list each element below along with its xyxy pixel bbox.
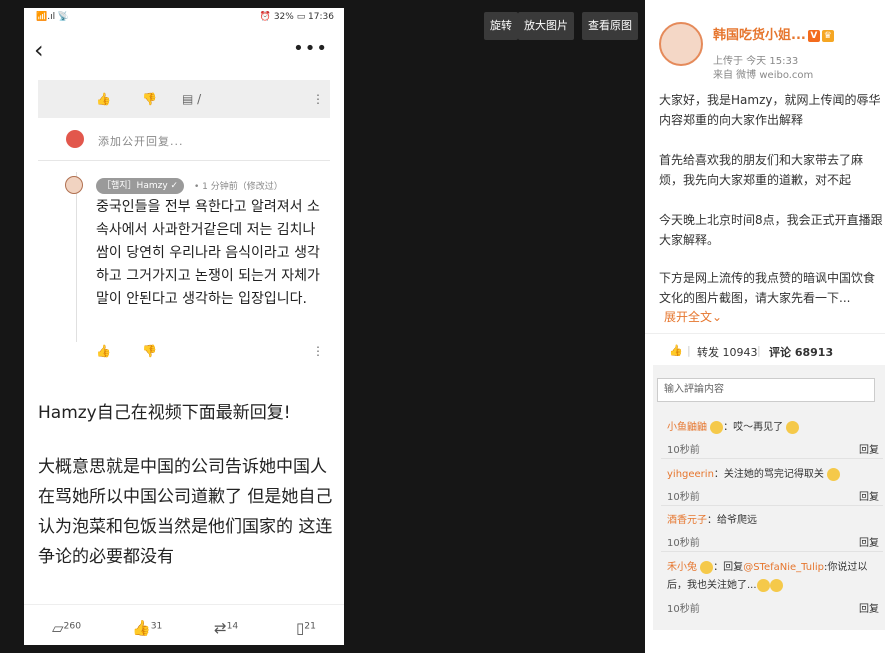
comment-time: 10秒前 xyxy=(667,445,700,456)
like-icon[interactable]: 👍 xyxy=(669,344,683,357)
divider xyxy=(38,160,330,161)
weibo-post-panel: 韩国吃货小姐... V ♛ 上传于 今天 15:33 来自 微博 weibo.com… xyxy=(645,0,885,653)
like-icon[interactable]: 👍 xyxy=(96,92,111,106)
nav-bar: ‹ ••• xyxy=(24,32,344,72)
vip-icon xyxy=(700,560,714,574)
post-paragraph-1: 大家好，我是Hamzy，就网上传闻的辱华内容郑重的向大家作出解释 xyxy=(659,93,881,127)
vip-icon: ♛ xyxy=(821,29,834,42)
thread-line xyxy=(76,172,77,342)
status-bar: 📶.ıl 📡 ⏰ 32% ▭ 17:36 xyxy=(24,8,344,28)
zoom-button[interactable]: 放大图片 xyxy=(518,12,574,40)
comment-text: ：哎～再见了 xyxy=(723,422,784,433)
verified-icon: V xyxy=(807,29,820,42)
comment-user[interactable]: 酒香元子 xyxy=(667,515,707,526)
divider xyxy=(661,458,883,459)
previous-comment-card: 👍 👎 ▤ / ⋮ xyxy=(38,80,330,118)
comment-text: ：回复 xyxy=(713,562,744,573)
comment-item: 禾小兔 ：回复@STefaNie_Tulip:你说过以后，我也关注她了... xyxy=(667,559,879,595)
comment-link[interactable]: 评论 68913 xyxy=(769,344,833,360)
comment-button[interactable]: ▱260 xyxy=(52,619,81,637)
post-stats: 👍 | 转发 10943 | 评论 68913 xyxy=(645,333,885,366)
repost-button[interactable]: ⇄14 xyxy=(214,619,238,637)
comment-user[interactable]: 小鱼鼬鼬 xyxy=(667,422,707,433)
post-paragraph-2: 首先给喜欢我的朋友们和大家带去了麻烦，我先向大家郑重的道歉，对不起 xyxy=(659,153,864,187)
comment-input[interactable]: 输入評論内容 xyxy=(657,378,875,402)
comment-user[interactable]: yihgeerin xyxy=(667,469,714,480)
channel-name-chip[interactable]: ［햄지］Hamzy ✓ xyxy=(96,178,185,194)
comment-time: 10秒前 xyxy=(667,538,700,549)
dislike-icon[interactable]: 👎 xyxy=(142,344,157,358)
caption-body: 大概意思就是中国的公司告诉她中国人在骂她所以中国公司道歉了 但是她自己认为泡菜和… xyxy=(38,457,333,567)
chevron-down-icon: ⌄ xyxy=(712,310,723,324)
like-button[interactable]: 👍31 xyxy=(132,619,162,637)
comment-time: 10秒前 xyxy=(667,604,700,615)
image-viewer: 📶.ıl 📡 ⏰ 32% ▭ 17:36 ‹ ••• 👍 👎 ▤ / ⋮ 添加公… xyxy=(0,0,645,653)
thumbs-up-icon: 👍 xyxy=(132,619,151,637)
status-right: ⏰ 32% ▭ 17:36 xyxy=(259,12,334,22)
author-name-row[interactable]: 韩国吃货小姐... V ♛ xyxy=(713,24,834,43)
reply-button[interactable]: 回复 xyxy=(859,534,879,549)
repost-icon: ⇄ xyxy=(214,619,227,637)
reply-button[interactable]: 回复 xyxy=(859,600,879,615)
avatar xyxy=(65,176,83,194)
emoji-icon xyxy=(786,420,800,434)
comment-text: ：给爷爬远 xyxy=(707,515,757,526)
back-icon[interactable]: ‹ xyxy=(34,36,44,64)
expand-link[interactable]: 展开全文⌄ xyxy=(664,308,722,325)
more-vertical-icon[interactable]: ⋮ xyxy=(312,344,324,358)
bottom-action-bar: ▱260 👍31 ⇄14 ▯21 xyxy=(24,604,344,645)
view-original-button[interactable]: 查看原图 xyxy=(582,12,638,40)
emoji-icon xyxy=(827,467,841,481)
save-button[interactable]: ▯21 xyxy=(296,619,316,637)
more-vertical-icon[interactable]: ⋮ xyxy=(312,92,324,106)
rotate-button[interactable]: 旋转 xyxy=(484,12,518,40)
repost-link[interactable]: 转发 10943 xyxy=(697,344,758,360)
reply-time: • 1 分钟前（修改过） xyxy=(194,182,283,192)
phone-screenshot: 📶.ıl 📡 ⏰ 32% ▭ 17:36 ‹ ••• 👍 👎 ▤ / ⋮ 添加公… xyxy=(24,8,344,645)
mention-link[interactable]: @STefaNie_Tulip xyxy=(743,562,824,573)
vip-icon xyxy=(710,420,724,434)
author-avatar[interactable] xyxy=(659,22,703,66)
post-paragraph-3: 今天晚上北京时间8点，我会正式开直播跟大家解释。 xyxy=(659,213,883,247)
divider xyxy=(661,505,883,506)
post-paragraph-4: 下方是网上流传的我点赞的暗讽中国饮食文化的图片截图，请大家先看一下... xyxy=(659,271,876,305)
more-icon[interactable]: ••• xyxy=(293,38,328,59)
comment-icon[interactable]: ▤ / xyxy=(182,92,201,106)
author-name[interactable]: 韩国吃货小姐... xyxy=(713,28,806,43)
add-reply-input[interactable]: 添加公开回复... xyxy=(98,133,184,149)
dislike-icon[interactable]: 👎 xyxy=(142,92,157,106)
avatar xyxy=(66,130,84,148)
like-icon[interactable]: 👍 xyxy=(96,344,111,358)
comment-time: 10秒前 xyxy=(667,492,700,503)
emoji-icon xyxy=(756,578,770,592)
reply-button[interactable]: 回复 xyxy=(859,488,879,503)
divider xyxy=(661,551,883,552)
status-left: 📶.ıl 📡 xyxy=(36,12,70,22)
reply-text: 중국인들을 전부 욕한다고 알려져서 소속사에서 사과한거같은데 저는 김치나 … xyxy=(96,199,320,307)
divider: | xyxy=(687,344,691,357)
comment-text: ：关注她的骂完记得取关 xyxy=(713,469,824,480)
post-source: 来自 微博 weibo.com xyxy=(713,70,814,81)
comment-user[interactable]: 禾小兔 xyxy=(667,562,697,573)
comment-item: 酒香元子：给爷爬远 xyxy=(667,512,879,530)
reply-button[interactable]: 回复 xyxy=(859,441,879,456)
comment-icon: ▱ xyxy=(52,619,64,637)
emoji-icon xyxy=(769,578,783,592)
comment-item: 小鱼鼬鼬 ：哎～再见了 xyxy=(667,419,879,437)
comment-item: yihgeerin：关注她的骂完记得取关 xyxy=(667,466,879,484)
upload-time: 上传于 今天 15:33 xyxy=(713,56,799,67)
divider: | xyxy=(757,344,761,357)
caption-headline: Hamzy自己在视频下面最新回复! xyxy=(38,403,291,423)
